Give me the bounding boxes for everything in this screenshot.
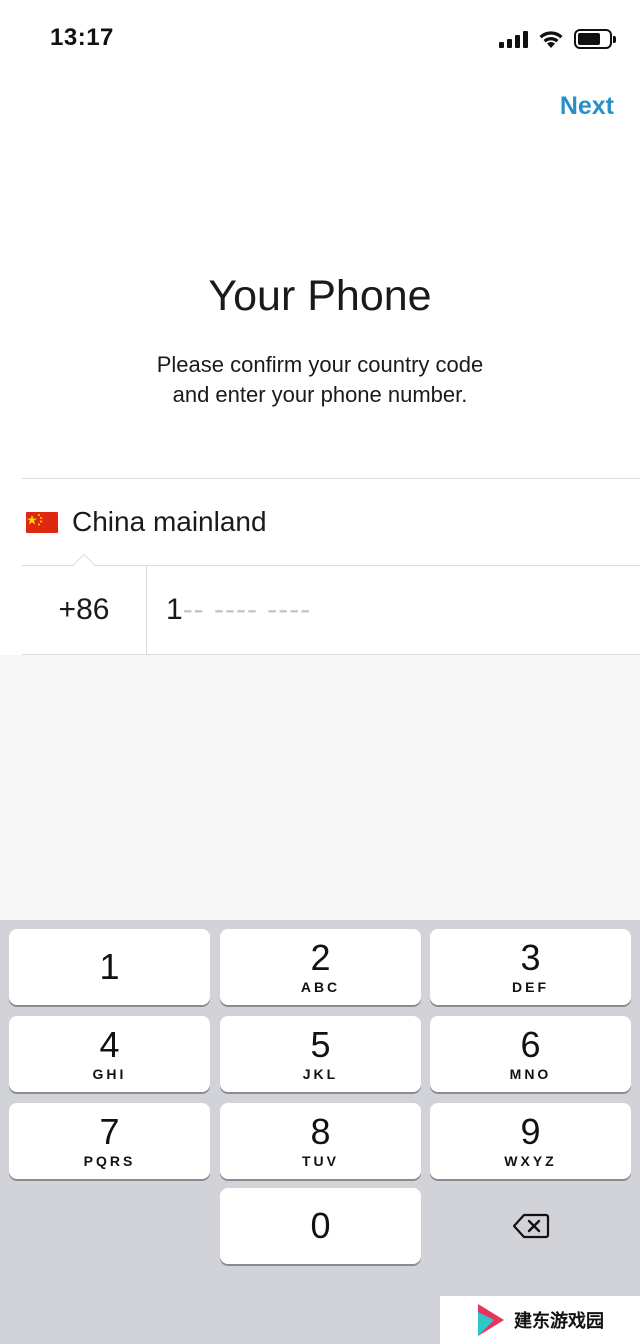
status-icons (499, 26, 616, 52)
key-1[interactable]: 1 (9, 929, 210, 1005)
key-letters: PQRS (83, 1153, 136, 1169)
key-5[interactable]: 5 JKL (220, 1016, 421, 1092)
watermark: 建东游戏园 (440, 1296, 640, 1344)
page-subtitle: Please confirm your country code and ent… (0, 350, 640, 410)
key-digit: 8 (310, 1111, 331, 1152)
key-digit: 4 (99, 1024, 120, 1065)
status-bar: 13:17 (0, 0, 640, 80)
subtitle-line-1: Please confirm your country code (156, 352, 484, 377)
key-letters: JKL (302, 1066, 339, 1082)
key-letters: GHI (92, 1066, 127, 1082)
china-flag-icon (26, 511, 58, 533)
code-divider (146, 566, 147, 654)
delete-key[interactable] (430, 1188, 631, 1264)
battery-icon (574, 29, 616, 49)
wifi-icon (539, 31, 563, 48)
key-7[interactable]: 7 PQRS (9, 1103, 210, 1179)
key-digit: 5 (310, 1024, 331, 1065)
key-6[interactable]: 6 MNO (430, 1016, 631, 1092)
key-digit: 6 (520, 1024, 541, 1065)
key-letters: MNO (509, 1066, 552, 1082)
numeric-keypad: 1 2 ABC 3 DEF 4 GHI 5 JKL 6 MNO 7 PQRS 8… (0, 920, 640, 1344)
key-digit: 9 (520, 1111, 541, 1152)
phone-number-field[interactable]: 1 -- ---- ---- (166, 566, 626, 654)
country-selector[interactable]: China mainland (22, 479, 640, 565)
key-digit: 7 (99, 1111, 120, 1152)
watermark-text: 建东游戏园 (514, 1311, 604, 1331)
next-button[interactable]: Next (560, 92, 614, 121)
country-name: China mainland (72, 506, 267, 537)
country-code-field[interactable]: +86 (22, 566, 146, 654)
key-digit: 1 (99, 946, 120, 987)
phone-mask: -- ---- ---- (182, 593, 312, 626)
key-0[interactable]: 0 (220, 1188, 421, 1264)
key-digit: 3 (520, 937, 541, 978)
page-title: Your Phone (208, 272, 432, 320)
key-letters: DEF (512, 979, 549, 995)
key-letters: ABC (300, 979, 341, 995)
subtitle-line-2: and enter your phone number. (172, 382, 468, 407)
phone-value: 1 (166, 593, 183, 626)
watermark-logo-icon (478, 1304, 504, 1336)
key-9[interactable]: 9 WXYZ (430, 1103, 631, 1179)
key-3[interactable]: 3 DEF (430, 929, 631, 1005)
key-4[interactable]: 4 GHI (9, 1016, 210, 1092)
signal-icon (499, 30, 528, 48)
key-digit: 0 (310, 1205, 331, 1246)
key-letters: TUV (302, 1153, 339, 1169)
backspace-icon (512, 1213, 549, 1239)
key-letters: WXYZ (504, 1153, 557, 1169)
key-8[interactable]: 8 TUV (220, 1103, 421, 1179)
key-2[interactable]: 2 ABC (220, 929, 421, 1005)
empty-area (0, 655, 640, 920)
status-time: 13:17 (50, 24, 114, 51)
key-digit: 2 (310, 937, 331, 978)
